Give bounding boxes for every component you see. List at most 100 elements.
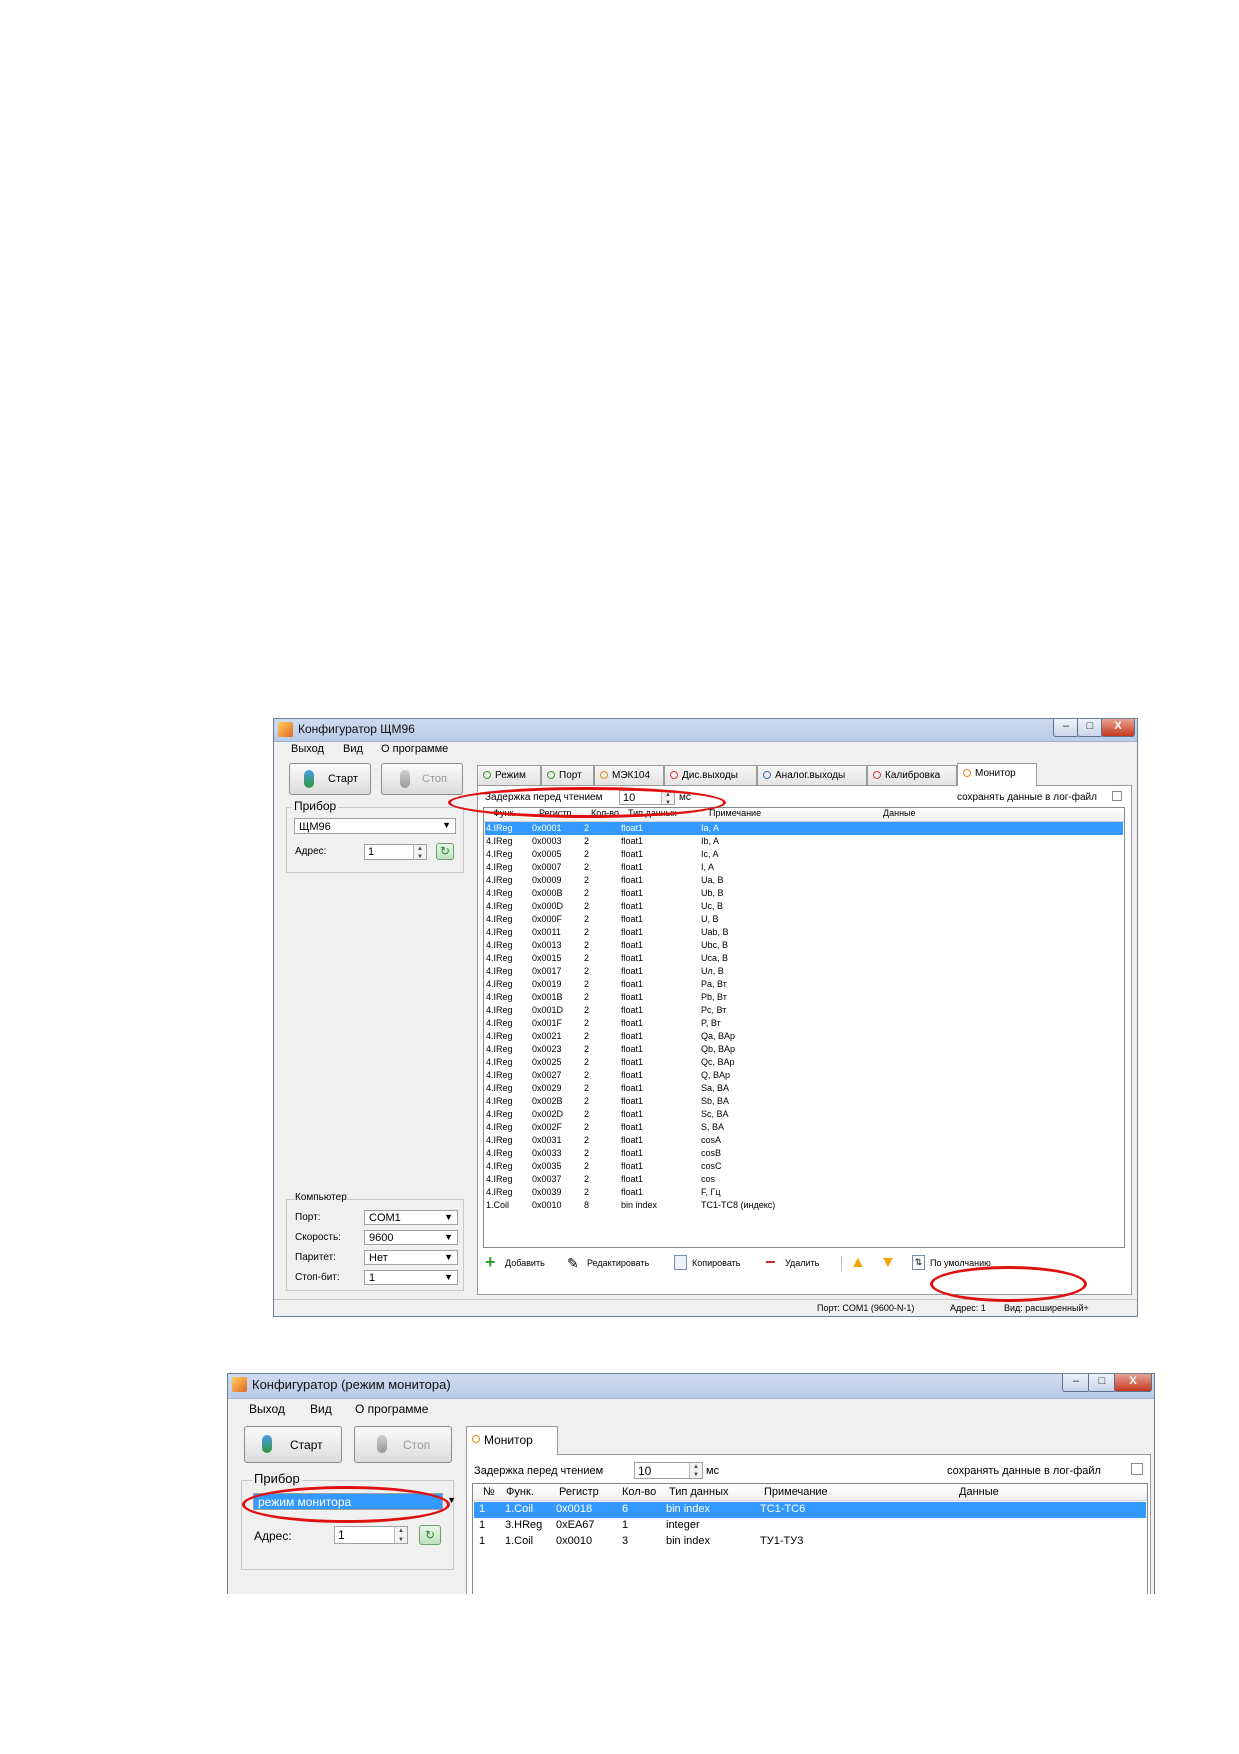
title-bar[interactable]: Конфигуратор ЩМ96 – □ X: [274, 719, 1137, 742]
table-row[interactable]: 4.IReg 0x0013 2 float1 Ubc, B: [485, 939, 1123, 952]
delay-spinner[interactable]: 10 ▲ ▼: [619, 790, 675, 806]
spin-arrows-icon[interactable]: ▲ ▼: [413, 845, 426, 860]
menu-exit[interactable]: Выход: [249, 1402, 285, 1416]
refresh-icon[interactable]: ↻: [436, 843, 454, 860]
column-header[interactable]: Функ.: [493, 808, 516, 818]
column-header[interactable]: Регистр: [559, 1486, 599, 1498]
spin-arrows-icon[interactable]: ▲ ▼: [661, 791, 674, 806]
table-row[interactable]: 4.IReg 0x0025 2 float1 Qc, BAp: [485, 1056, 1123, 1069]
move-up-button[interactable]: ▲: [850, 1253, 870, 1273]
table-row[interactable]: 4.IReg 0x000D 2 float1 Uc, B: [485, 900, 1123, 913]
port-label: Порт:: [295, 1212, 321, 1223]
minimize-button[interactable]: –: [1053, 719, 1079, 737]
parity-select[interactable]: Нет ▼: [364, 1250, 458, 1265]
table-row[interactable]: 4.IReg 0x002B 2 float1 Sb, BA: [485, 1095, 1123, 1108]
copy-button[interactable]: Копировать: [672, 1253, 757, 1273]
default-button[interactable]: ⇅ По умолчанию: [910, 1253, 1010, 1273]
column-header[interactable]: Регистр: [539, 808, 572, 818]
table-row[interactable]: 4.IReg 0x0021 2 float1 Qa, BAp: [485, 1030, 1123, 1043]
table-row[interactable]: 1 1.Coil 0x0018 6 bin index TC1-TC6: [474, 1502, 1146, 1518]
close-button[interactable]: X: [1114, 1374, 1152, 1392]
save-log-checkbox[interactable]: [1112, 791, 1122, 801]
column-header[interactable]: Примечание: [764, 1486, 828, 1498]
column-header[interactable]: Тип данных: [669, 1486, 729, 1498]
table-row[interactable]: 4.IReg 0x0009 2 float1 Ua, B: [485, 874, 1123, 887]
table-row[interactable]: 4.IReg 0x0019 2 float1 Pa, Вт: [485, 978, 1123, 991]
table-row[interactable]: 1.Coil 0x0010 8 bin index TC1-TC8 (индекс): [485, 1199, 1123, 1212]
column-header[interactable]: Примечание: [709, 808, 761, 818]
table-row[interactable]: 4.IReg 0x0017 2 float1 Uл, B: [485, 965, 1123, 978]
edit-button[interactable]: ✎ Редактировать: [567, 1253, 665, 1273]
table-row[interactable]: 4.IReg 0x0015 2 float1 Uca, B: [485, 952, 1123, 965]
column-header[interactable]: Функ.: [506, 1486, 534, 1498]
table-row[interactable]: 1 3.HReg 0xEA67 1 integer: [474, 1518, 1146, 1534]
start-button[interactable]: Старт: [244, 1426, 342, 1463]
address-spinner[interactable]: 1 ▲ ▼: [364, 844, 427, 860]
menu-view[interactable]: Вид: [310, 1402, 332, 1416]
spin-arrows-icon[interactable]: ▲ ▼: [689, 1463, 702, 1478]
stop-button[interactable]: Стоп: [381, 763, 463, 795]
menu-view[interactable]: Вид: [343, 743, 363, 755]
window-title: Конфигуратор ЩМ96: [298, 722, 415, 736]
table-row[interactable]: 4.IReg 0x0001 2 float1 Ia, A: [485, 822, 1123, 835]
table-row[interactable]: 4.IReg 0x0031 2 float1 cosA: [485, 1134, 1123, 1147]
maximize-button[interactable]: □: [1088, 1374, 1116, 1392]
table-row[interactable]: 4.IReg 0x0033 2 float1 cosB: [485, 1147, 1123, 1160]
tab-discrete-outputs[interactable]: Дис.выходы: [664, 765, 757, 785]
table-row[interactable]: 4.IReg 0x0039 2 float1 F, Гц: [485, 1186, 1123, 1199]
table-row[interactable]: 4.IReg 0x000F 2 float1 U, B: [485, 913, 1123, 926]
column-header[interactable]: Данные: [883, 808, 916, 818]
table-row[interactable]: 4.IReg 0x0007 2 float1 I, A: [485, 861, 1123, 874]
table-row[interactable]: 4.IReg 0x0035 2 float1 cosC: [485, 1160, 1123, 1173]
maximize-button[interactable]: □: [1077, 719, 1103, 737]
table-row[interactable]: 4.IReg 0x002D 2 float1 Sc, BA: [485, 1108, 1123, 1121]
table-row[interactable]: 4.IReg 0x002F 2 float1 S, BA: [485, 1121, 1123, 1134]
tab-monitor[interactable]: Монитор: [957, 763, 1037, 786]
menu-exit[interactable]: Выход: [291, 743, 324, 755]
table-row[interactable]: 4.IReg 0x0029 2 float1 Sa, BA: [485, 1082, 1123, 1095]
close-button[interactable]: X: [1101, 719, 1135, 737]
save-log-checkbox[interactable]: [1131, 1463, 1143, 1475]
table-row[interactable]: 4.IReg 0x0027 2 float1 Q, BAp: [485, 1069, 1123, 1082]
menu-about[interactable]: О программе: [355, 1402, 428, 1416]
table-row[interactable]: 4.IReg 0x0023 2 float1 Qb, BAp: [485, 1043, 1123, 1056]
table-row[interactable]: 4.IReg 0x001B 2 float1 Pb, Вт: [485, 991, 1123, 1004]
speed-select[interactable]: 9600 ▼: [364, 1230, 458, 1245]
table-row[interactable]: 4.IReg 0x001D 2 float1 Pc, Вт: [485, 1004, 1123, 1017]
column-header[interactable]: Кол-во: [622, 1486, 656, 1498]
minimize-button[interactable]: –: [1062, 1374, 1090, 1392]
stop-button[interactable]: Стоп: [354, 1426, 452, 1463]
table-row[interactable]: 1 1.Coil 0x0010 3 bin index TУ1-TУ3: [474, 1534, 1146, 1550]
tab-port[interactable]: Порт: [541, 765, 594, 785]
tab-analog-outputs[interactable]: Аналог.выходы: [757, 765, 867, 785]
move-down-button[interactable]: ▼: [880, 1253, 900, 1273]
spin-arrows-icon[interactable]: ▲ ▼: [394, 1527, 407, 1543]
table-cell: 0x0011: [532, 927, 561, 937]
delete-button[interactable]: − Удалить: [765, 1253, 835, 1273]
table-row[interactable]: 4.IReg 0x0005 2 float1 Ic, A: [485, 848, 1123, 861]
port-select[interactable]: COM1 ▼: [364, 1210, 458, 1225]
delay-spinner[interactable]: 10 ▲ ▼: [634, 1462, 703, 1479]
column-header[interactable]: Тип данных: [628, 808, 677, 818]
table-row[interactable]: 4.IReg 0x0011 2 float1 Uab, B: [485, 926, 1123, 939]
start-button[interactable]: Старт: [289, 763, 371, 795]
stopbits-select[interactable]: 1 ▼: [364, 1270, 458, 1285]
title-bar[interactable]: Конфигуратор (режим монитора) – □ X: [228, 1374, 1154, 1399]
add-button[interactable]: + Добавить: [485, 1253, 560, 1273]
tab-mode[interactable]: Режим: [477, 765, 541, 785]
refresh-icon[interactable]: ↻: [419, 1525, 441, 1545]
table-row[interactable]: 4.IReg 0x001F 2 float1 P, Вт: [485, 1017, 1123, 1030]
column-header[interactable]: Данные: [959, 1486, 999, 1498]
menu-about[interactable]: О программе: [381, 743, 448, 755]
device-select[interactable]: ЩМ96 ▼: [294, 818, 456, 834]
tab-iec104[interactable]: МЭК104: [594, 765, 664, 785]
table-row[interactable]: 4.IReg 0x000B 2 float1 Ub, B: [485, 887, 1123, 900]
table-row[interactable]: 4.IReg 0x0003 2 float1 Ib, A: [485, 835, 1123, 848]
tab-monitor[interactable]: Монитор: [466, 1426, 558, 1455]
tab-calibration[interactable]: Калибровка: [867, 765, 957, 785]
device-select[interactable]: режим монитора ▼: [253, 1493, 456, 1510]
address-spinner[interactable]: 1 ▲ ▼: [334, 1526, 408, 1544]
column-header[interactable]: №: [483, 1486, 495, 1498]
column-header[interactable]: Кол-во: [591, 808, 619, 818]
table-row[interactable]: 4.IReg 0x0037 2 float1 cos: [485, 1173, 1123, 1186]
